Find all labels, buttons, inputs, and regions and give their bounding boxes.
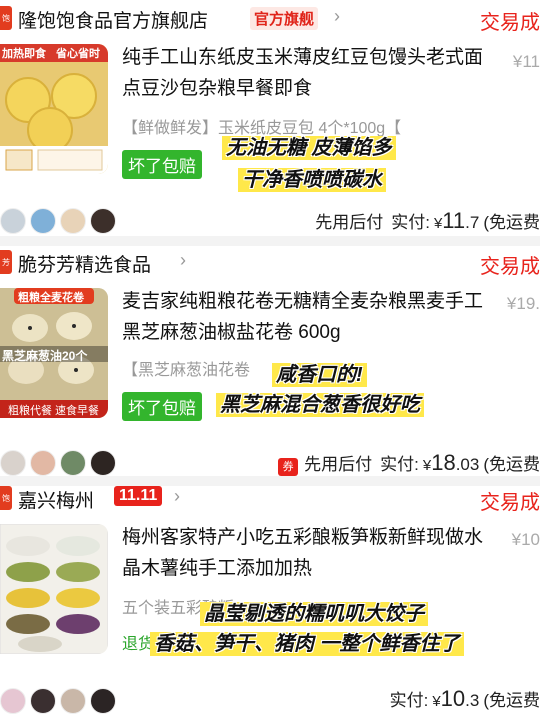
avatar: [60, 450, 86, 476]
order-status: 交易成: [480, 256, 540, 278]
product-title[interactable]: 纯手工山东纸皮玉米薄皮红豆包馒头老式面点豆沙包杂粮早餐即食: [122, 42, 494, 104]
shop-row-3[interactable]: 饱 嘉兴梅州 11.11 › 交易成: [0, 480, 540, 516]
buyer-avatars: [0, 450, 120, 476]
avatar: [30, 450, 56, 476]
thumb-label-bottom: 粗粮代餐 速食早餐: [8, 405, 100, 417]
paid-amount-int: 10: [440, 686, 466, 711]
payment-summary: 先用后付 实付: ¥ 11 .7 (免运费: [315, 208, 540, 234]
avatar: [30, 688, 56, 714]
paid-amount-dec: .7: [465, 213, 480, 232]
original-price: ¥19.: [506, 294, 540, 313]
review-caption-line-2: 黑芝麻混合葱香很好吃: [216, 388, 424, 417]
avatar: [30, 208, 56, 234]
product-thumbnail[interactable]: [0, 524, 108, 654]
official-store-tag: 官方旗舰: [250, 7, 319, 30]
damage-guarantee-badge: 坏了包赔: [122, 150, 202, 179]
shop-name[interactable]: 嘉兴梅州: [18, 486, 94, 513]
pay-later-label: 先用后付: [304, 455, 373, 474]
coupon-icon: 券: [278, 458, 299, 476]
shop-logo: 芳: [0, 250, 12, 274]
free-shipping: (免运费: [483, 455, 540, 474]
payment-summary: 实付: ¥ 10 .3 (免运费: [390, 686, 540, 712]
order-status: 交易成: [480, 12, 540, 34]
product-title[interactable]: 梅州客家特产小吃五彩酿粄笋粄新鲜现做水晶木薯纯手工添加加热: [122, 522, 494, 584]
avatar: [60, 208, 86, 234]
original-price: ¥11: [512, 52, 540, 71]
shop-logo: 饱: [0, 6, 12, 30]
thumb-label-save-time: 省心省时: [56, 48, 100, 60]
paid-amount-dec: .03: [455, 455, 480, 474]
product-title[interactable]: 麦吉家纯粗粮花卷无糖精全麦杂粮黑麦手工黑芝麻葱油椒盐花卷 600g: [122, 286, 494, 348]
buyer-avatars: [0, 688, 120, 714]
avatar: [0, 688, 26, 714]
thumb-label-hot: 加热即食: [2, 48, 46, 60]
double-eleven-tag: 11.11: [114, 486, 163, 506]
review-caption-line-2: 香菇、笋干、猪肉 一整个鲜香住了: [150, 627, 464, 656]
buyer-avatars: [0, 208, 120, 234]
avatar: [60, 688, 86, 714]
pay-later-label: 先用后付: [315, 213, 384, 232]
product-spec: 【黑芝麻葱油花卷: [122, 362, 251, 379]
chevron-right-icon[interactable]: ›: [174, 486, 180, 507]
thumb-label-mid: 黑芝麻葱油20个: [2, 349, 88, 363]
review-caption-line-1: 晶莹剔透的糯叽叽大饺子: [200, 597, 428, 626]
avatar: [90, 688, 116, 714]
review-caption-line-2: 干净香喷喷碳水: [238, 163, 386, 192]
review-caption-line-1: 无油无糖 皮薄馅多: [222, 131, 396, 160]
original-price: ¥10: [511, 530, 540, 549]
chevron-right-icon[interactable]: ›: [180, 250, 186, 271]
steamed-bun-image: [0, 44, 108, 174]
shop-row-2[interactable]: 芳 脆芬芳精选食品 › 交易成: [0, 244, 540, 280]
paid-label: 实付:: [380, 455, 419, 474]
thumb-label-top: 粗粮全麦花卷: [18, 292, 84, 304]
paid-amount-dec: .3: [465, 691, 480, 710]
avatar: [0, 208, 26, 234]
product-thumbnail[interactable]: 粗粮全麦花卷 黑芝麻葱油20个 粗粮代餐 速食早餐: [0, 288, 108, 418]
shop-name[interactable]: 隆饱饱食品官方旗舰店: [18, 6, 208, 33]
avatar: [0, 450, 26, 476]
payment-summary: 券 先用后付 实付: ¥ 18 .03 (免运费: [278, 450, 540, 476]
currency-symbol: ¥: [432, 693, 441, 710]
dumpling-image: [0, 524, 108, 654]
paid-amount-int: 18: [431, 450, 456, 475]
paid-amount-int: 11: [442, 208, 466, 233]
currency-symbol: ¥: [422, 457, 432, 474]
free-shipping: (免运费: [483, 691, 540, 710]
shop-name[interactable]: 脆芬芳精选食品: [18, 250, 151, 277]
chevron-right-icon[interactable]: ›: [334, 6, 340, 27]
review-caption-line-1: 咸香口的!: [272, 358, 367, 387]
avatar: [90, 450, 116, 476]
shop-row-1[interactable]: 饱 隆饱饱食品官方旗舰店 官方旗舰 › 交易成: [0, 0, 540, 36]
avatar: [90, 208, 116, 234]
order-status: 交易成: [480, 492, 540, 514]
paid-label: 实付:: [391, 213, 430, 232]
paid-label: 实付:: [389, 691, 429, 710]
currency-symbol: ¥: [433, 215, 443, 232]
shop-logo: 饱: [0, 486, 12, 510]
product-thumbnail[interactable]: 加热即食 省心省时: [0, 44, 108, 174]
free-shipping: (免运费: [483, 213, 540, 232]
damage-guarantee-badge: 坏了包赔: [122, 392, 202, 421]
